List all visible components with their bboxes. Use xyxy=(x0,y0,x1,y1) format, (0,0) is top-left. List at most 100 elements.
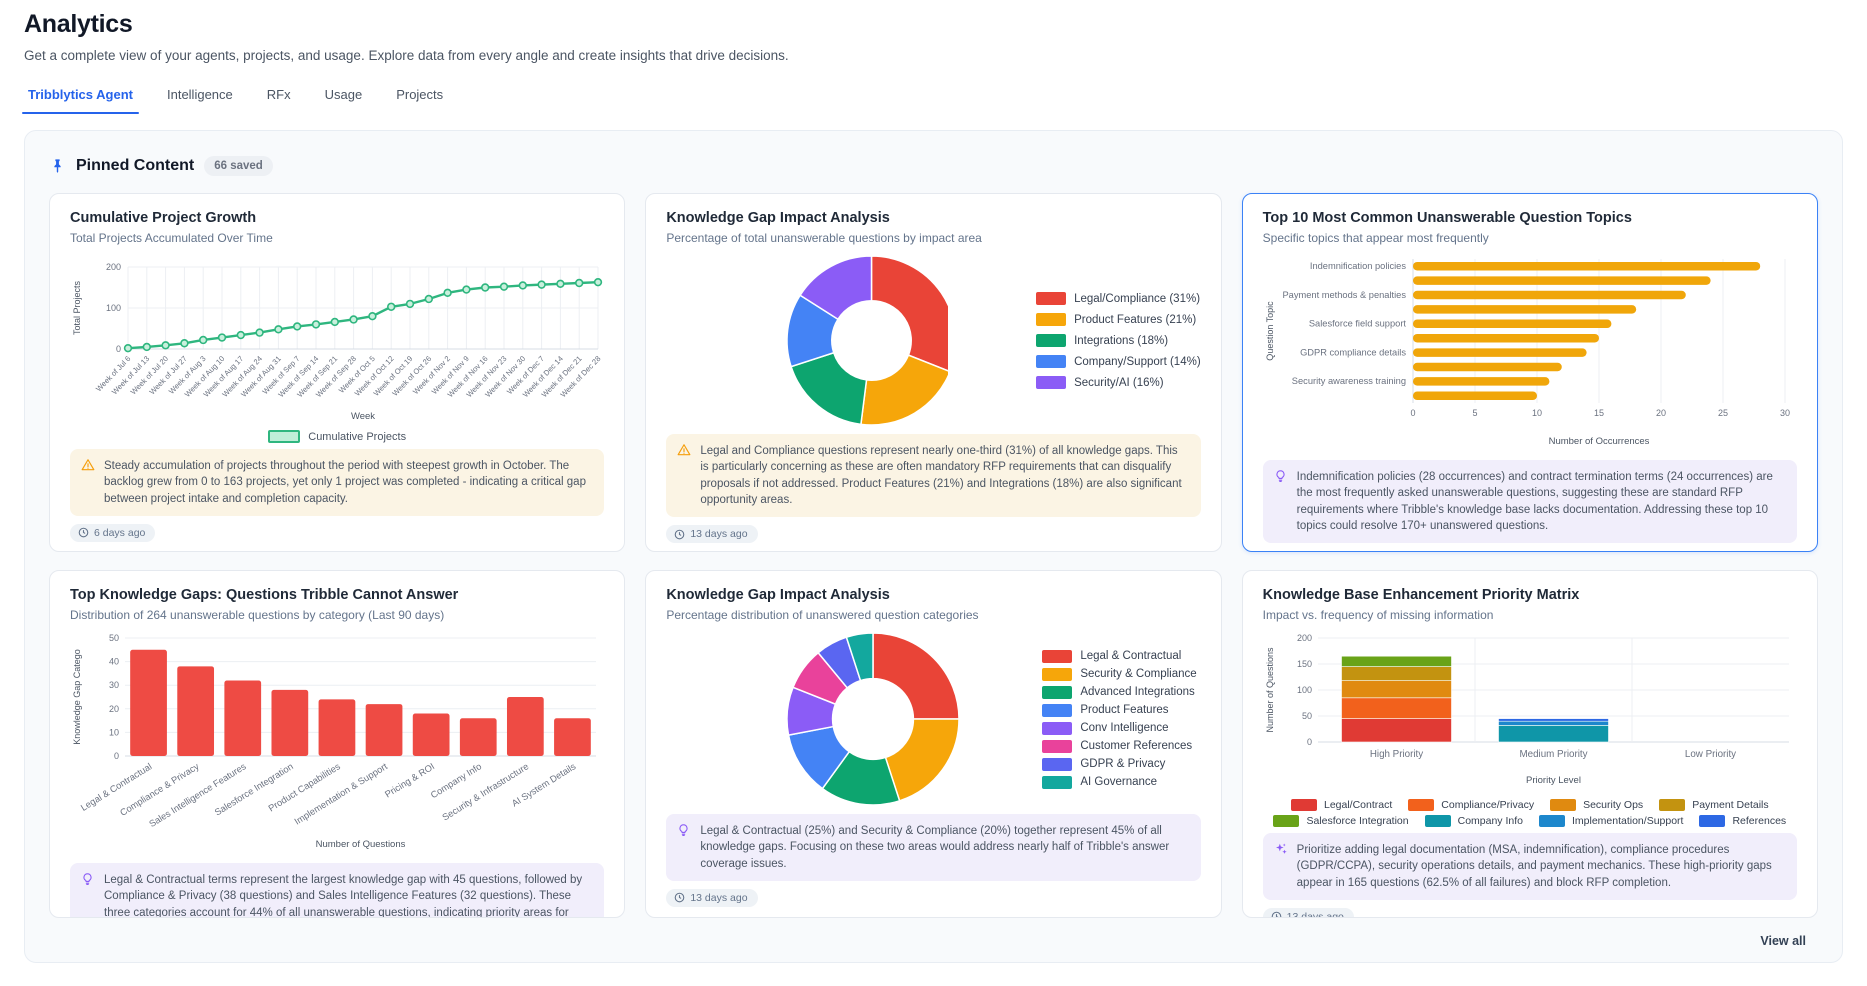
svg-text:Number of Occurrences: Number of Occurrences xyxy=(1548,436,1649,447)
insight-box: Legal and Compliance questions represent… xyxy=(666,434,1200,517)
card-knowledge-gap-impact-2: Knowledge Gap Impact Analysis Percentage… xyxy=(645,570,1221,918)
pinned-content-panel: Pinned Content 66 saved Cumulative Proje… xyxy=(24,130,1843,963)
card-footer: 6 days ago xyxy=(70,516,604,542)
card-top-knowledge-gaps: Top Knowledge Gaps: Questions Tribble Ca… xyxy=(49,570,625,918)
svg-text:Medium Priority: Medium Priority xyxy=(1519,749,1587,760)
tab-usage[interactable]: Usage xyxy=(325,87,363,114)
svg-text:0: 0 xyxy=(1307,737,1312,747)
stacked-bar-chart: 050100150200High PriorityMedium Priority… xyxy=(1263,630,1797,827)
svg-text:10: 10 xyxy=(1532,408,1542,418)
svg-text:5: 5 xyxy=(1472,408,1477,418)
svg-text:Salesforce field support: Salesforce field support xyxy=(1309,319,1407,329)
insight-text: Prioritize adding legal documentation (M… xyxy=(1297,844,1772,889)
insight-text: Legal and Compliance questions represent… xyxy=(700,445,1181,506)
view-all-link[interactable]: View all xyxy=(1760,934,1806,948)
svg-text:0: 0 xyxy=(1410,408,1415,418)
svg-text:High Priority: High Priority xyxy=(1369,749,1422,760)
pinned-content-title: Pinned Content xyxy=(76,157,194,175)
svg-text:50: 50 xyxy=(109,633,119,643)
lightbulb-icon xyxy=(677,823,690,842)
chart-legend: Legal/Compliance (31%)Product Features (… xyxy=(1036,292,1201,389)
svg-text:30: 30 xyxy=(109,680,119,690)
card-subtitle: Distribution of 264 unanswerable questio… xyxy=(70,608,604,622)
horizontal-bar-chart: 0 5 10 15 20 25 30 Indemnification policies Paym… xyxy=(1263,253,1797,454)
svg-text:0: 0 xyxy=(114,751,119,761)
svg-text:15: 15 xyxy=(1594,408,1604,418)
donut-chart: Legal & ContractualSecurity & Compliance… xyxy=(666,630,1200,808)
lightbulb-icon xyxy=(1274,469,1287,488)
svg-text:20: 20 xyxy=(1656,408,1666,418)
svg-text:200: 200 xyxy=(106,262,121,272)
timestamp-badge: 6 days ago xyxy=(70,524,155,542)
svg-text:Priority Level: Priority Level xyxy=(1526,775,1581,786)
clock-icon xyxy=(1271,911,1282,918)
tab-tribblytics-agent[interactable]: Tribblytics Agent xyxy=(28,87,133,114)
warning-icon xyxy=(81,458,95,477)
svg-text:0: 0 xyxy=(116,344,121,354)
svg-text:25: 25 xyxy=(1718,408,1728,418)
tab-bar: Tribblytics Agent Intelligence RFx Usage… xyxy=(24,87,1843,114)
page-title: Analytics xyxy=(24,10,1843,39)
card-subtitle: Percentage distribution of unanswered qu… xyxy=(666,608,1200,622)
card-title: Knowledge Base Enhancement Priority Matr… xyxy=(1263,587,1797,603)
svg-text:100: 100 xyxy=(106,303,121,313)
saved-count-badge: 66 saved xyxy=(204,156,273,176)
svg-text:Number of Questions: Number of Questions xyxy=(1265,647,1275,733)
svg-text:20: 20 xyxy=(109,704,119,714)
pin-icon xyxy=(49,158,66,175)
insight-box: Legal & Contractual (25%) and Security &… xyxy=(666,814,1200,881)
card-footer: 13 days ago xyxy=(1263,900,1797,918)
card-actions xyxy=(1685,551,1797,552)
card-subtitle: Total Projects Accumulated Over Time xyxy=(70,231,604,245)
svg-text:30: 30 xyxy=(1780,408,1790,418)
pinned-cards-grid: Cumulative Project Growth Total Projects… xyxy=(49,193,1818,918)
warning-icon xyxy=(677,443,691,462)
card-footer: 13 days ago xyxy=(1263,543,1797,552)
timestamp-badge: 13 days ago xyxy=(666,525,757,543)
svg-text:Security & Infrastructure: Security & Infrastructure xyxy=(441,761,531,822)
chart-legend: Legal & ContractualSecurity & Compliance… xyxy=(1042,650,1196,789)
chart-legend: Legal/ContractCompliance/PrivacySecurity… xyxy=(1263,799,1797,827)
svg-text:Indemnification policies: Indemnification policies xyxy=(1310,261,1406,271)
svg-text:Security awareness training: Security awareness training xyxy=(1291,376,1405,386)
insight-box: Legal & Contractual terms represent the … xyxy=(70,863,604,918)
legend-swatch xyxy=(268,430,300,443)
sparkles-icon xyxy=(1274,842,1288,861)
svg-text:GDPR compliance details: GDPR compliance details xyxy=(1300,347,1406,357)
svg-text:Implementation & Support: Implementation & Support xyxy=(293,761,390,827)
unpin-button[interactable] xyxy=(1765,551,1797,552)
clock-icon xyxy=(78,527,89,538)
svg-text:150: 150 xyxy=(1297,659,1312,669)
svg-text:40: 40 xyxy=(109,657,119,667)
view-button[interactable] xyxy=(1685,551,1717,552)
tab-intelligence[interactable]: Intelligence xyxy=(167,87,233,114)
lightbulb-icon xyxy=(81,872,94,891)
ai-insights-button[interactable] xyxy=(1725,551,1757,552)
svg-text:50: 50 xyxy=(1302,711,1312,721)
card-title: Cumulative Project Growth xyxy=(70,210,604,226)
tab-projects[interactable]: Projects xyxy=(396,87,443,114)
donut-chart: Legal/Compliance (31%)Product Features (… xyxy=(666,253,1200,428)
chart-legend: Cumulative Projects xyxy=(70,430,604,443)
card-knowledge-gap-impact-1: Knowledge Gap Impact Analysis Percentage… xyxy=(645,193,1221,552)
tab-rfx[interactable]: RFx xyxy=(267,87,291,114)
svg-text:Low Priority: Low Priority xyxy=(1685,749,1736,760)
card-subtitle: Percentage of total unanswerable questio… xyxy=(666,231,1200,245)
timestamp-badge: 13 days ago xyxy=(1263,908,1354,918)
card-cumulative-project-growth: Cumulative Project Growth Total Projects… xyxy=(49,193,625,552)
svg-text:Payment methods & penalties: Payment methods & penalties xyxy=(1282,290,1406,300)
analytics-page: Analytics Get a complete view of your ag… xyxy=(0,0,1867,963)
clock-icon xyxy=(674,892,685,903)
clock-icon xyxy=(674,529,685,540)
card-subtitle: Impact vs. frequency of missing informat… xyxy=(1263,608,1797,622)
svg-text:100: 100 xyxy=(1297,685,1312,695)
insight-text: Legal & Contractual (25%) and Security &… xyxy=(700,825,1169,870)
svg-text:Total Projects: Total Projects xyxy=(72,280,82,335)
page-subtitle: Get a complete view of your agents, proj… xyxy=(24,48,1843,63)
card-title: Top Knowledge Gaps: Questions Tribble Ca… xyxy=(70,587,604,603)
insight-box: Steady accumulation of projects througho… xyxy=(70,449,604,516)
card-top10-unanswerable-topics[interactable]: Top 10 Most Common Unanswerable Question… xyxy=(1242,193,1818,552)
card-title: Knowledge Gap Impact Analysis xyxy=(666,210,1200,226)
svg-text:Salesforce Integration: Salesforce Integration xyxy=(213,761,295,817)
card-priority-matrix: Knowledge Base Enhancement Priority Matr… xyxy=(1242,570,1818,918)
